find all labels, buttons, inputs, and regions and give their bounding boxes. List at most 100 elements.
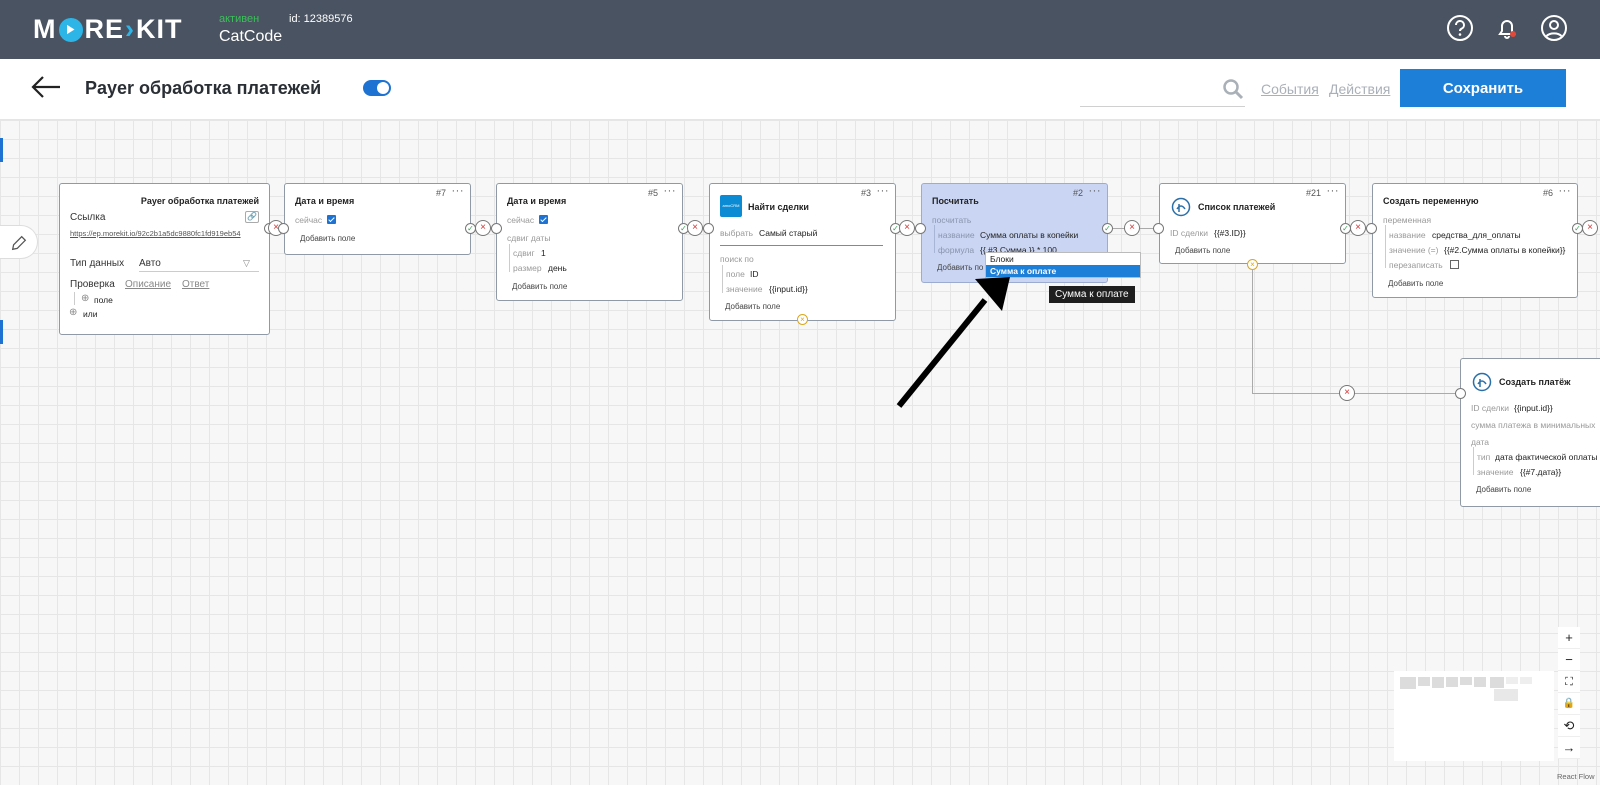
node-handle[interactable] (491, 223, 502, 234)
node-number: #6 (1542, 188, 1553, 198)
lock-button[interactable]: 🔒 (1558, 693, 1580, 715)
handle-warning-icon[interactable]: × (797, 314, 808, 325)
add-field-button[interactable]: Добавить поле (1388, 279, 1443, 288)
save-button[interactable]: Сохранить (1400, 69, 1566, 107)
add-field-button[interactable]: Добавить поле (1476, 485, 1531, 494)
back-arrow-icon[interactable] (30, 72, 62, 102)
now-label: сейчас (295, 215, 323, 225)
now-label: сейчас (507, 215, 535, 225)
name-value[interactable]: Сумма оплаты в копейки (980, 230, 1078, 240)
node-menu-icon[interactable]: ··· (664, 185, 677, 197)
add-field-button[interactable]: Добавить поле (512, 282, 567, 291)
node-handle[interactable] (915, 223, 926, 234)
morekit-logo[interactable]: M RE › KIT (33, 14, 183, 45)
help-icon[interactable] (1446, 14, 1474, 42)
node-create-payment[interactable]: Создать платёж ID сделки {{input.id}} су… (1460, 358, 1600, 507)
shift-value[interactable]: 1 (541, 248, 546, 258)
node-6-create-variable[interactable]: Создать переменную #6 ··· переменная наз… (1372, 183, 1578, 298)
active-toggle[interactable] (363, 80, 391, 96)
edge-delete-icon[interactable]: × (1124, 220, 1140, 236)
variable-label: переменная (1383, 215, 1432, 225)
edge-delete-icon[interactable]: × (1582, 220, 1598, 236)
node-menu-icon[interactable]: ··· (1559, 185, 1572, 197)
value-value[interactable]: {{#2.Сумма оплаты в копейки}} (1444, 245, 1565, 255)
edge-delete-icon[interactable]: × (1339, 385, 1355, 401)
node-21-payments-list[interactable]: Список платежей #21 ··· ID сделки {{#3.I… (1159, 183, 1346, 264)
node-menu-icon[interactable]: ··· (877, 185, 890, 197)
edge-delete-icon[interactable]: × (475, 220, 491, 236)
autocomplete-item-blocks[interactable]: Блоки (986, 253, 1140, 265)
reset-button[interactable]: ⟲ (1558, 715, 1580, 737)
overwrite-checkbox[interactable] (1450, 260, 1459, 269)
name-value[interactable]: средства_для_оплаты (1432, 230, 1521, 240)
tab-answer[interactable]: Ответ (182, 279, 209, 290)
trigger-node[interactable]: Payer обработка платежей Ссылка 🔗 https:… (59, 183, 270, 335)
value-value[interactable]: {{input.id}} (769, 284, 808, 294)
link-icon[interactable]: 🔗 (245, 211, 259, 223)
branch-edge (1252, 270, 1253, 393)
node-menu-icon[interactable]: ··· (452, 185, 465, 197)
flow-canvas[interactable]: Payer обработка платежей Ссылка 🔗 https:… (0, 120, 1600, 785)
node-7-date-time[interactable]: Дата и время #7 ··· сейчас Добавить поле (284, 183, 471, 255)
node-number: #5 (647, 188, 658, 198)
formula-key: формула (938, 245, 975, 255)
edit-button[interactable] (0, 225, 38, 259)
pencil-icon (11, 235, 27, 251)
user-icon[interactable] (1540, 14, 1568, 42)
shift-key: сдвиг (513, 248, 535, 258)
bell-icon[interactable] (1493, 14, 1521, 42)
tab-actions[interactable]: Действия (1329, 81, 1390, 97)
account-status: активен (219, 13, 260, 25)
plus-circle-icon[interactable]: ⊕ (81, 293, 89, 304)
arrow-button[interactable]: → (1558, 737, 1580, 759)
deal-id-value[interactable]: {{input.id}} (1514, 403, 1553, 413)
size-value[interactable]: день (548, 263, 567, 273)
search-icon[interactable] (1222, 78, 1244, 100)
edge-delete-icon[interactable]: × (687, 220, 703, 236)
deal-id-key: ID сделки (1170, 228, 1208, 238)
handle-warning-icon[interactable]: × (1247, 259, 1258, 270)
chevron-down-icon[interactable]: ▽ (243, 258, 250, 269)
plus-circle-icon[interactable]: ⊕ (69, 307, 77, 318)
node-handle[interactable] (278, 223, 289, 234)
search-input[interactable] (1080, 106, 1245, 107)
page-title: Payer обработка платежей (85, 78, 322, 98)
type-key: тип (1477, 452, 1491, 462)
add-field-button[interactable]: Добавить поле (1175, 246, 1230, 255)
type-value[interactable]: дата фактической оплаты (1495, 452, 1597, 462)
now-checkbox[interactable] (327, 215, 336, 224)
add-field-button[interactable]: Добавить поле (300, 234, 355, 243)
tab-events[interactable]: События (1261, 81, 1319, 97)
tab-check[interactable]: Проверка (70, 279, 115, 290)
node-handle[interactable] (703, 223, 714, 234)
canvas-left-marker (0, 138, 3, 162)
choose-value[interactable]: Самый старый (759, 228, 817, 238)
edge-delete-icon[interactable]: × (1350, 220, 1366, 236)
minimap[interactable] (1394, 671, 1554, 761)
add-field-button[interactable]: Добавить поле (725, 302, 780, 311)
value-value[interactable]: {{#7.дата}} (1520, 467, 1561, 477)
deal-id-value[interactable]: {{#3.ID}} (1214, 228, 1246, 238)
node-3-find-deals[interactable]: amoCRM Найти сделки #3 ··· выбрать Самый… (709, 183, 896, 321)
handle-ok-icon[interactable]: ✓ (1102, 223, 1113, 234)
data-type-select[interactable]: Авто (139, 258, 161, 269)
node-handle[interactable] (1455, 388, 1466, 399)
now-checkbox[interactable] (539, 215, 548, 224)
zoom-in-button[interactable]: + (1558, 627, 1580, 649)
node-menu-icon[interactable]: ··· (1327, 185, 1340, 197)
edge-delete-icon[interactable]: × (899, 220, 915, 236)
calc-label: посчитать (932, 215, 972, 225)
node-5-date-time[interactable]: Дата и время #5 ··· сейчас сдвиг даты сд… (496, 183, 683, 301)
node-menu-icon[interactable]: ··· (1089, 185, 1102, 197)
fit-view-button[interactable]: ⛶ (1558, 671, 1580, 693)
react-flow-attribution[interactable]: React Flow (1557, 772, 1595, 781)
node-handle[interactable] (1153, 223, 1164, 234)
node-handle[interactable] (1366, 223, 1377, 234)
account-name[interactable]: CatCode (219, 28, 282, 46)
field-value[interactable]: ID (750, 269, 759, 279)
webhook-url[interactable]: https://ep.morekit.io/92c2b1a5dc9880fc1f… (70, 229, 241, 238)
tab-description[interactable]: Описание (125, 279, 171, 290)
zoom-out-button[interactable]: − (1558, 649, 1580, 671)
name-key: название (1389, 230, 1426, 240)
node-title: Дата и время (507, 196, 567, 206)
